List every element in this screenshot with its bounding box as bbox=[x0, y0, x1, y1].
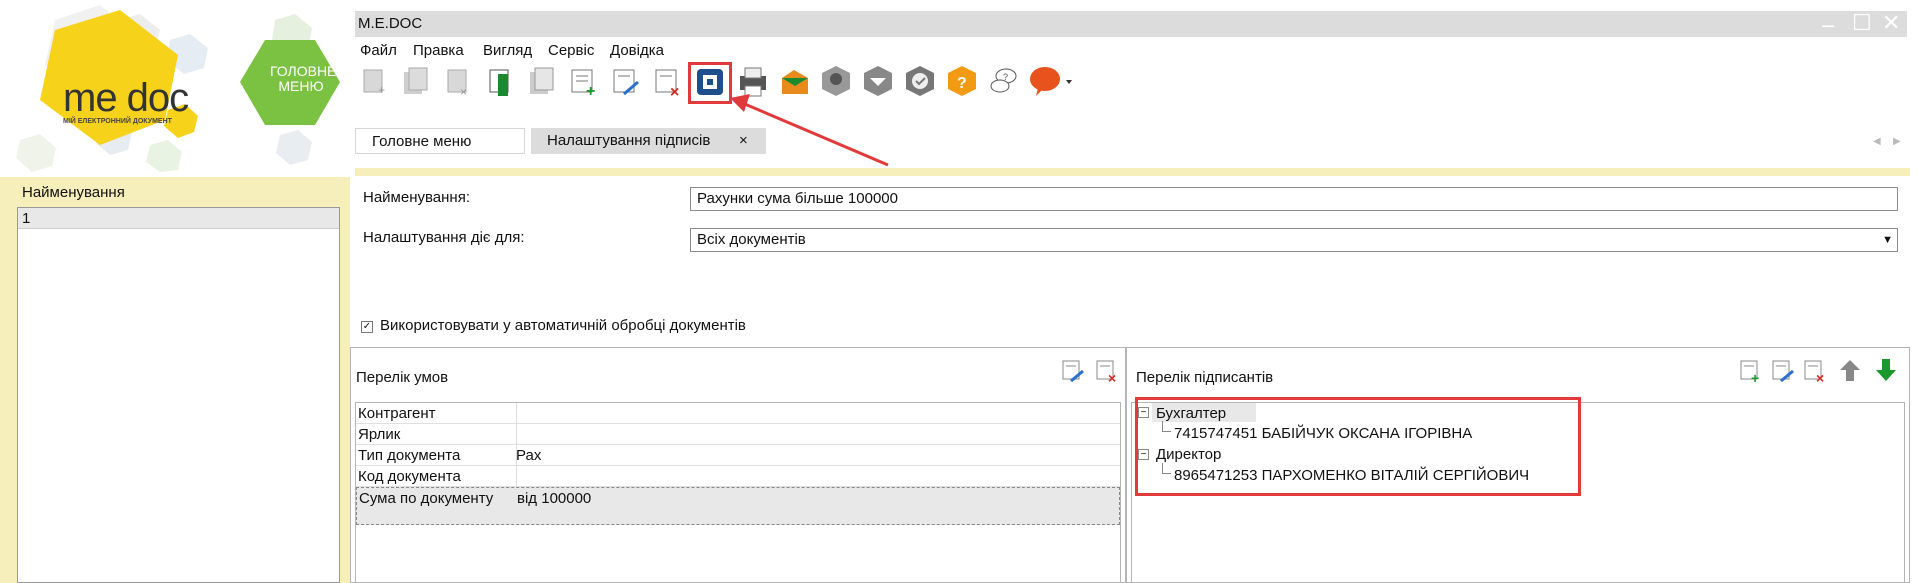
left-panel-header: Найменування bbox=[22, 184, 125, 201]
svg-text:×: × bbox=[1816, 370, 1824, 383]
left-list: 1 bbox=[17, 207, 340, 583]
tab-main-menu[interactable]: Головне меню bbox=[355, 128, 525, 154]
maximize-icon[interactable]: ☐ bbox=[1852, 12, 1872, 34]
auto-processing-checkbox[interactable]: ✓ bbox=[361, 321, 373, 333]
move-up-icon[interactable] bbox=[1837, 357, 1863, 383]
tab-label: Головне меню bbox=[372, 133, 472, 150]
table-row[interactable]: Ярлик bbox=[356, 424, 1120, 445]
menu-edit[interactable]: Правка bbox=[413, 42, 464, 59]
help-icon[interactable]: ? bbox=[946, 64, 978, 98]
delete-row-icon[interactable]: × bbox=[652, 64, 684, 98]
table-row[interactable]: Код документа bbox=[356, 466, 1120, 487]
applies-select[interactable]: Всіх документів ▼ bbox=[690, 228, 1898, 252]
svg-text:×: × bbox=[1108, 370, 1116, 383]
edit-signer-icon[interactable] bbox=[1769, 357, 1795, 383]
delete-signer-icon[interactable]: × bbox=[1801, 357, 1827, 383]
tab-underline-band bbox=[355, 168, 1910, 176]
applies-select-value: Всіх документів bbox=[697, 231, 806, 248]
applies-label: Налаштування діє для: bbox=[363, 229, 525, 246]
svg-text:?: ? bbox=[957, 75, 967, 92]
close-window-icon[interactable]: ✕ bbox=[1882, 12, 1900, 34]
logo-subtitle: МІЙ ЕЛЕКТРОННИЙ ДОКУМЕНТ bbox=[63, 118, 172, 125]
name-field[interactable]: Рахунки сума більше 100000 bbox=[690, 187, 1898, 211]
svg-text:+: + bbox=[378, 83, 385, 97]
add-row-icon[interactable]: + bbox=[568, 64, 600, 98]
minimize-icon[interactable]: – bbox=[1822, 14, 1834, 36]
add-signer-icon[interactable]: + bbox=[1737, 357, 1763, 383]
highlight-box-signers bbox=[1135, 397, 1581, 496]
approve-icon[interactable] bbox=[904, 64, 936, 98]
auto-processing-label: Використовувати у автоматичній обробці д… bbox=[380, 317, 746, 334]
table-row[interactable]: Тип документа Рах bbox=[356, 445, 1120, 466]
tab-scroll-right-icon[interactable]: ▶ bbox=[1893, 136, 1901, 147]
edit-row-icon[interactable] bbox=[610, 64, 642, 98]
export-icon[interactable] bbox=[484, 64, 516, 98]
table-row[interactable]: Контрагент bbox=[356, 403, 1120, 424]
copy-doc-icon[interactable] bbox=[400, 64, 432, 98]
svg-text:+: + bbox=[1751, 370, 1759, 383]
conditions-title: Перелік умов bbox=[356, 369, 449, 386]
tab-signature-settings[interactable]: Налаштування підписів × bbox=[531, 128, 766, 154]
logo-area: me doc МІЙ ЕЛЕКТРОННИЙ ДОКУМЕНТ ГОЛОВНЕ … bbox=[0, 0, 350, 172]
conditions-grid: Контрагент Ярлик Тип документа Рах Код д… bbox=[355, 402, 1121, 583]
title-bar bbox=[355, 11, 1907, 37]
menu-file[interactable]: Файл bbox=[360, 42, 397, 59]
window-title: M.E.DOC bbox=[358, 15, 423, 32]
signers-title: Перелік підписантів bbox=[1136, 369, 1274, 386]
tab-close-icon[interactable]: × bbox=[739, 128, 748, 154]
list-item[interactable]: 1 bbox=[18, 208, 339, 229]
table-row-selected[interactable]: Сума по документу від 100000 bbox=[356, 487, 1120, 525]
feedback-icon[interactable] bbox=[1028, 64, 1074, 98]
svg-text:×: × bbox=[460, 85, 467, 98]
chevron-down-icon[interactable]: ▼ bbox=[1882, 229, 1893, 251]
new-doc-icon[interactable]: + bbox=[358, 64, 390, 98]
delete-doc-icon[interactable]: × bbox=[442, 64, 474, 98]
svg-text:?: ? bbox=[1003, 72, 1008, 82]
menu-view[interactable]: Вигляд bbox=[483, 42, 532, 59]
tab-scroll-left-icon[interactable]: ◀ bbox=[1873, 136, 1881, 147]
svg-text:×: × bbox=[670, 84, 679, 98]
svg-text:+: + bbox=[586, 83, 595, 98]
menu-service[interactable]: Сервіс bbox=[548, 42, 594, 59]
main-menu-tile[interactable]: ГОЛОВНЕ МЕНЮ bbox=[270, 64, 336, 94]
chat-icon[interactable]: ? bbox=[988, 64, 1020, 98]
duplicate-icon[interactable] bbox=[526, 64, 558, 98]
edit-condition-icon[interactable] bbox=[1059, 357, 1085, 383]
name-label: Найменування: bbox=[363, 189, 470, 206]
delete-condition-icon[interactable]: × bbox=[1093, 357, 1119, 383]
tab-label: Налаштування підписів bbox=[547, 132, 711, 149]
menu-help[interactable]: Довідка bbox=[610, 42, 664, 59]
logo-text: me doc bbox=[63, 76, 189, 120]
move-down-icon[interactable] bbox=[1873, 357, 1899, 383]
